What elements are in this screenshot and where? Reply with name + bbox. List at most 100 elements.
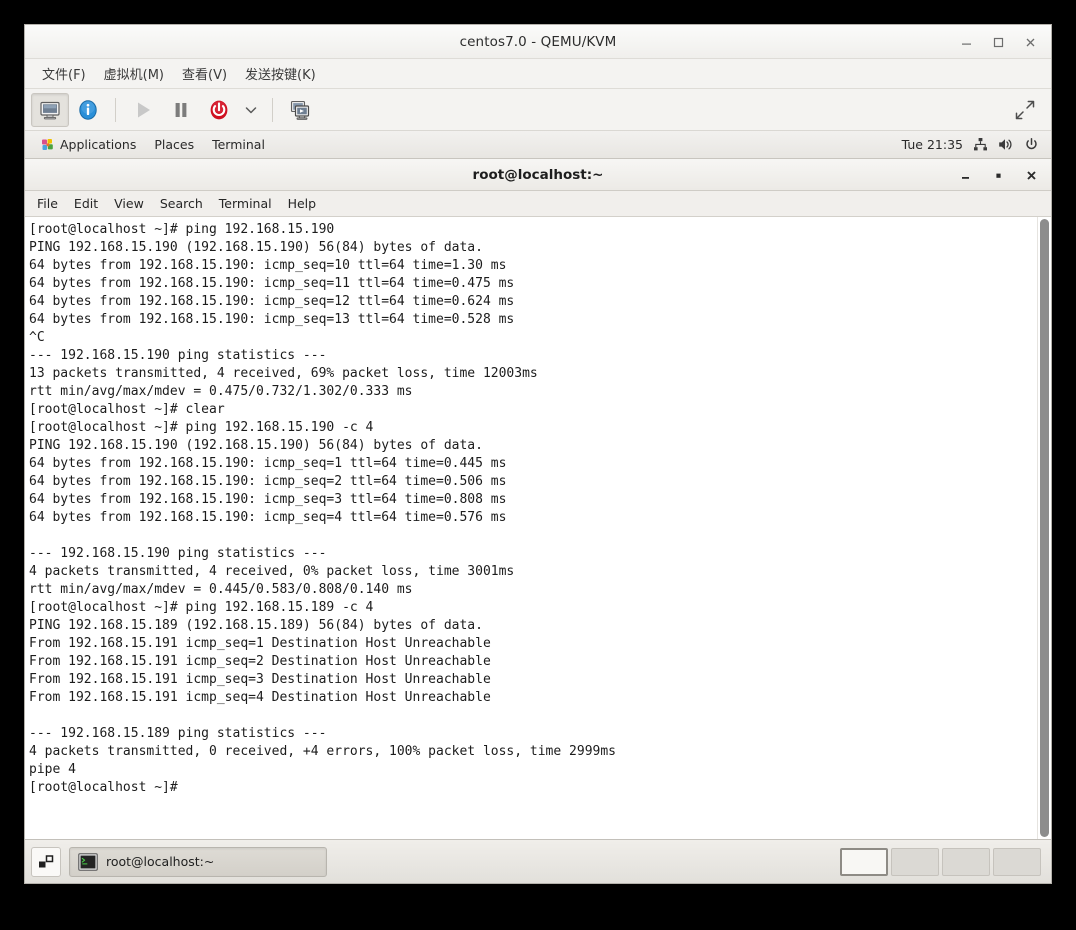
gnome-menu-applications-label: Applications [60, 137, 137, 152]
workspace-2[interactable] [891, 847, 939, 876]
terminal-menu-search[interactable]: Search [152, 193, 211, 214]
show-desktop-icon [39, 854, 54, 867]
vm-minimize-button[interactable] [951, 29, 981, 55]
terminal-line: 13 packets transmitted, 4 received, 69% … [29, 366, 538, 381]
workspace-3[interactable] [942, 847, 990, 876]
guest-console[interactable]: Applications Places Terminal Tue 21:35 r… [25, 131, 1051, 883]
volume-icon[interactable] [998, 137, 1014, 152]
show-console-button[interactable] [31, 92, 69, 127]
maximize-icon [995, 173, 1001, 178]
terminal-line: From 192.168.15.191 icmp_seq=1 Destinati… [29, 636, 491, 651]
terminal-line: 64 bytes from 192.168.15.190: icmp_seq=1… [29, 258, 507, 273]
network-icon[interactable] [973, 137, 988, 152]
gnome-menu-applications[interactable]: Applications [33, 134, 144, 155]
taskbar-window-button[interactable]: root@localhost:~ [69, 846, 327, 877]
terminal-window: root@localhost:~ File Edit View Search T… [25, 159, 1051, 839]
terminal-menu-view[interactable]: View [106, 193, 152, 214]
terminal-titlebar: root@localhost:~ [25, 159, 1051, 191]
pause-button[interactable] [162, 93, 200, 127]
fullscreen-button[interactable] [1005, 93, 1045, 127]
terminal-menubar: File Edit View Search Terminal Help [25, 191, 1051, 217]
gnome-clock[interactable]: Tue 21:35 [902, 137, 963, 152]
terminal-line: 64 bytes from 192.168.15.190: icmp_seq=1… [29, 294, 515, 309]
terminal-line: 4 packets transmitted, 0 received, +4 er… [29, 744, 616, 759]
terminal-line: [root@localhost ~]# ping 192.168.15.189 … [29, 600, 374, 615]
terminal-line: [root@localhost ~]# [29, 780, 178, 795]
shutdown-button[interactable] [200, 93, 238, 127]
terminal-line: --- 192.168.15.189 ping statistics --- [29, 726, 327, 741]
shutdown-menu-button[interactable] [238, 93, 264, 127]
terminal-line: From 192.168.15.191 icmp_seq=3 Destinati… [29, 672, 491, 687]
vm-titlebar: centos7.0 - QEMU/KVM [25, 25, 1051, 59]
power-icon [210, 100, 228, 119]
vm-menu-send-key[interactable]: 发送按键(K) [236, 61, 325, 86]
workspace-1[interactable] [840, 847, 888, 876]
run-button[interactable] [124, 93, 162, 127]
terminal-close-button[interactable] [1015, 162, 1047, 188]
workspace-4[interactable] [993, 847, 1041, 876]
maximize-icon [993, 37, 1003, 47]
vm-menubar: 文件(F) 虚拟机(M) 查看(V) 发送按键(K) [25, 59, 1051, 89]
workspace-switcher [840, 847, 1045, 876]
snapshot-icon [290, 100, 310, 120]
vm-maximize-button[interactable] [983, 29, 1013, 55]
pause-icon [175, 102, 187, 117]
gnome-panel-menus: Applications Places Terminal [33, 134, 273, 155]
terminal-body: [root@localhost ~]# ping 192.168.15.190 P… [25, 217, 1051, 839]
toolbar-separator-2 [272, 97, 273, 122]
terminal-minimize-button[interactable] [949, 162, 981, 188]
terminal-menu-terminal[interactable]: Terminal [211, 193, 280, 214]
terminal-line: --- 192.168.15.190 ping statistics --- [29, 348, 327, 363]
terminal-line: 64 bytes from 192.168.15.190: icmp_seq=1… [29, 276, 515, 291]
terminal-line: pipe 4 [29, 762, 76, 777]
terminal-menu-file[interactable]: File [29, 193, 66, 214]
terminal-maximize-button[interactable] [982, 162, 1014, 188]
terminal-line: --- 192.168.15.190 ping statistics --- [29, 546, 327, 561]
terminal-window-title: root@localhost:~ [472, 166, 604, 183]
terminal-line: PING 192.168.15.190 (192.168.15.190) 56(… [29, 240, 483, 255]
screen-root: centos7.0 - QEMU/KVM 文件(F) 虚拟机(M) 查看(V) … [0, 0, 1076, 930]
show-details-button[interactable] [69, 93, 107, 127]
vm-window-controls [951, 25, 1045, 59]
minimize-icon [961, 43, 971, 45]
gnome-menu-places-label: Places [154, 137, 195, 152]
volume-icon-glyph [999, 139, 1012, 150]
close-icon [1026, 170, 1036, 180]
terminal-line: 64 bytes from 192.168.15.190: icmp_seq=3… [29, 492, 507, 507]
terminal-line: PING 192.168.15.189 (192.168.15.189) 56(… [29, 618, 483, 633]
snapshots-button[interactable] [281, 93, 319, 127]
power-icon-glyph [1026, 138, 1037, 150]
terminal-menu-edit[interactable]: Edit [66, 193, 106, 214]
terminal-scrollbar[interactable] [1037, 217, 1051, 839]
terminal-scrollbar-thumb[interactable] [1040, 219, 1049, 837]
gnome-taskbar: root@localhost:~ [25, 839, 1051, 883]
gnome-menu-places[interactable]: Places [146, 134, 202, 155]
terminal-output[interactable]: [root@localhost ~]# ping 192.168.15.190 P… [25, 217, 1037, 839]
vm-close-button[interactable] [1015, 29, 1045, 55]
play-icon [138, 102, 150, 117]
minimize-icon [961, 176, 969, 179]
terminal-line: 4 packets transmitted, 4 received, 0% pa… [29, 564, 515, 579]
terminal-line: [root@localhost ~]# ping 192.168.15.190 [29, 222, 335, 237]
gnome-desktop: root@localhost:~ File Edit View Search T… [25, 159, 1051, 839]
terminal-line: rtt min/avg/max/mdev = 0.445/0.583/0.808… [29, 582, 413, 597]
gnome-panel-status-area: Tue 21:35 [902, 137, 1043, 152]
terminal-line: 64 bytes from 192.168.15.190: icmp_seq=1… [29, 312, 515, 327]
terminal-icon [78, 852, 98, 871]
fullscreen-icon [1015, 100, 1035, 119]
vm-menu-virtual-machine[interactable]: 虚拟机(M) [95, 61, 173, 86]
info-icon [79, 99, 97, 120]
network-icon-glyph [974, 138, 987, 151]
vm-menu-file[interactable]: 文件(F) [33, 61, 95, 86]
taskbar-window-label: root@localhost:~ [106, 854, 215, 869]
vm-menu-view[interactable]: 查看(V) [173, 61, 236, 86]
power-menu-icon[interactable] [1024, 137, 1039, 152]
show-desktop-button[interactable] [31, 846, 61, 877]
terminal-line: From 192.168.15.191 icmp_seq=4 Destinati… [29, 690, 491, 705]
gnome-menu-terminal[interactable]: Terminal [204, 134, 273, 155]
virt-manager-window: centos7.0 - QEMU/KVM 文件(F) 虚拟机(M) 查看(V) … [24, 24, 1052, 884]
vm-toolbar [25, 89, 1051, 131]
terminal-menu-help[interactable]: Help [280, 193, 325, 214]
terminal-line: PING 192.168.15.190 (192.168.15.190) 56(… [29, 438, 483, 453]
